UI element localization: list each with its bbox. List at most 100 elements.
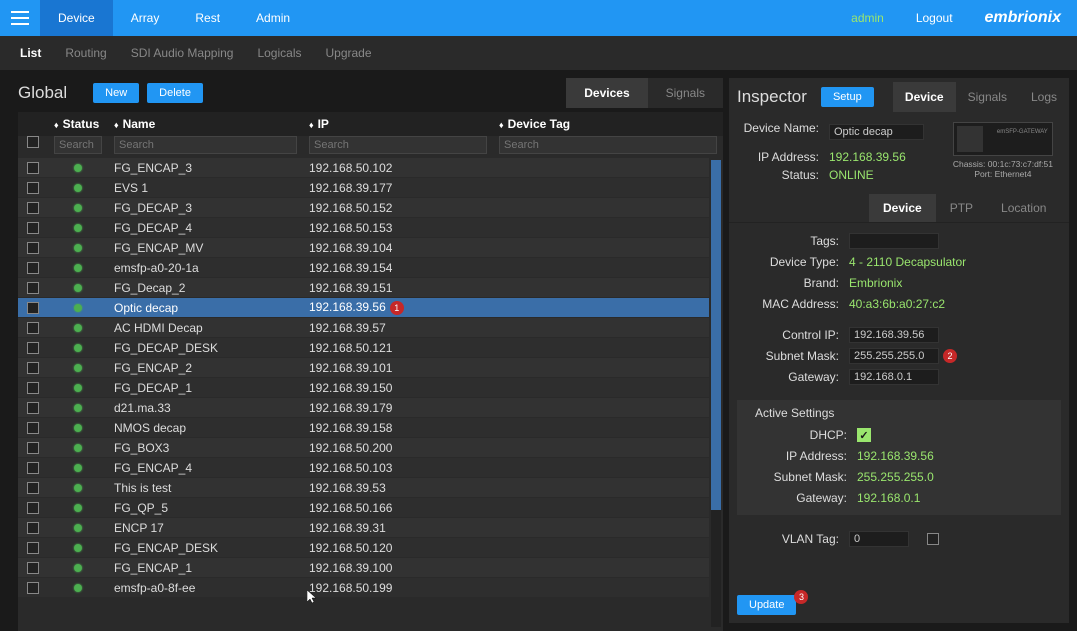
- delete-button[interactable]: Delete: [147, 83, 203, 103]
- vlan-checkbox[interactable]: [927, 533, 939, 545]
- row-checkbox[interactable]: [27, 462, 39, 474]
- table-row[interactable]: FG_DECAP_1192.168.39.150: [18, 378, 709, 397]
- row-checkbox[interactable]: [27, 182, 39, 194]
- row-ip: 192.168.39.177: [303, 181, 493, 195]
- status-dot-icon: [74, 324, 82, 332]
- lbl-devip: IP Address:: [729, 148, 819, 166]
- row-checkbox[interactable]: [27, 202, 39, 214]
- table-row[interactable]: emsfp-a0-8f-ee192.168.50.199: [18, 578, 709, 597]
- table-row[interactable]: NMOS decap192.168.39.158: [18, 418, 709, 437]
- row-checkbox[interactable]: [27, 422, 39, 434]
- sub-tab-list[interactable]: List: [20, 36, 41, 70]
- hamburger-icon[interactable]: [0, 0, 40, 36]
- table-row[interactable]: d21.ma.33192.168.39.179: [18, 398, 709, 417]
- table-row[interactable]: This is test192.168.39.53: [18, 478, 709, 497]
- sub-tab-routing[interactable]: Routing: [65, 36, 106, 70]
- lbl-aip: IP Address:: [737, 449, 857, 463]
- row-checkbox[interactable]: [27, 342, 39, 354]
- row-checkbox[interactable]: [27, 162, 39, 174]
- row-checkbox[interactable]: [27, 222, 39, 234]
- status-dot-icon: [74, 204, 82, 212]
- col-tag[interactable]: ♦Device Tag: [493, 117, 723, 131]
- top-tab-rest[interactable]: Rest: [177, 0, 238, 36]
- sub-tab-logicals[interactable]: Logicals: [257, 36, 301, 70]
- gw-input[interactable]: [849, 369, 939, 385]
- row-checkbox[interactable]: [27, 442, 39, 454]
- row-ip: 192.168.50.152: [303, 201, 493, 215]
- col-name[interactable]: ♦Name: [108, 117, 303, 131]
- dhcp-checkbox[interactable]: ✓: [857, 428, 871, 442]
- table-row[interactable]: emsfp-a0-20-1a192.168.39.154: [18, 258, 709, 277]
- table-row[interactable]: FG_BOX3192.168.50.200: [18, 438, 709, 457]
- scrollbar[interactable]: [711, 160, 721, 627]
- status-dot-icon: [74, 364, 82, 372]
- table-row[interactable]: FG_ENCAP_MV192.168.39.104: [18, 238, 709, 257]
- table-row[interactable]: FG_ENCAP_1192.168.39.100: [18, 558, 709, 577]
- row-checkbox[interactable]: [27, 522, 39, 534]
- row-checkbox[interactable]: [27, 402, 39, 414]
- top-tab-admin[interactable]: Admin: [238, 0, 308, 36]
- update-button[interactable]: Update: [737, 595, 796, 615]
- new-button[interactable]: New: [93, 83, 139, 103]
- row-checkbox[interactable]: [27, 242, 39, 254]
- row-checkbox[interactable]: [27, 502, 39, 514]
- table-row[interactable]: ENCP 17192.168.39.31: [18, 518, 709, 537]
- mid-tab-devices[interactable]: Devices: [566, 78, 647, 108]
- sub-tabs: List Routing SDI Audio Mapping Logicals Upgr…: [0, 36, 1077, 70]
- row-checkbox[interactable]: [27, 582, 39, 594]
- lbl-tags: Tags:: [729, 234, 849, 248]
- table-row[interactable]: FG_DECAP_3192.168.50.152: [18, 198, 709, 217]
- top-tab-array[interactable]: Array: [113, 0, 178, 36]
- inspector-tab-device[interactable]: Device: [893, 82, 956, 112]
- top-tab-device[interactable]: Device: [40, 0, 113, 36]
- mid-tab-signals[interactable]: Signals: [648, 78, 723, 108]
- row-name: FG_Decap_2: [108, 281, 303, 295]
- sub-tab-sdi-audio-mapping[interactable]: SDI Audio Mapping: [131, 36, 234, 70]
- row-ip: 192.168.50.166: [303, 501, 493, 515]
- ctrlip-input[interactable]: [849, 327, 939, 343]
- status-dot-icon: [74, 484, 82, 492]
- table-row[interactable]: FG_ENCAP_3192.168.50.102: [18, 158, 709, 177]
- table-row[interactable]: FG_ENCAP_DESK192.168.50.120: [18, 538, 709, 557]
- tags-input[interactable]: [849, 233, 939, 249]
- val-mac: 40:a3:6b:a0:27:c2: [849, 297, 945, 311]
- table-row[interactable]: FG_DECAP_DESK192.168.50.121: [18, 338, 709, 357]
- row-checkbox[interactable]: [27, 362, 39, 374]
- row-checkbox[interactable]: [27, 282, 39, 294]
- sub-tab-upgrade[interactable]: Upgrade: [325, 36, 371, 70]
- setup-button[interactable]: Setup: [821, 87, 874, 107]
- row-checkbox[interactable]: [27, 482, 39, 494]
- row-checkbox[interactable]: [27, 562, 39, 574]
- lbl-vlan: VLAN Tag:: [729, 532, 849, 546]
- inner-tab-device[interactable]: Device: [869, 194, 936, 222]
- filter-status[interactable]: [54, 136, 102, 154]
- filter-name[interactable]: [114, 136, 297, 154]
- table-row[interactable]: FG_Decap_2192.168.39.151: [18, 278, 709, 297]
- filter-tag[interactable]: [499, 136, 717, 154]
- row-checkbox[interactable]: [27, 542, 39, 554]
- table-row[interactable]: FG_QP_5192.168.50.166: [18, 498, 709, 517]
- table-row[interactable]: FG_ENCAP_2192.168.39.101: [18, 358, 709, 377]
- vlan-input[interactable]: [849, 531, 909, 547]
- filter-ip[interactable]: [309, 136, 487, 154]
- select-all-checkbox[interactable]: [27, 136, 39, 148]
- table-row[interactable]: Optic decap192.168.39.561: [18, 298, 709, 317]
- table-row[interactable]: FG_ENCAP_4192.168.50.103: [18, 458, 709, 477]
- col-status[interactable]: ♦Status: [48, 117, 108, 131]
- table-row[interactable]: FG_DECAP_4192.168.50.153: [18, 218, 709, 237]
- row-checkbox[interactable]: [27, 302, 39, 314]
- lbl-mask: Subnet Mask:: [729, 349, 849, 363]
- row-checkbox[interactable]: [27, 382, 39, 394]
- mask-input[interactable]: [849, 348, 939, 364]
- inner-tab-location[interactable]: Location: [987, 194, 1060, 222]
- inspector-tab-signals[interactable]: Signals: [956, 82, 1019, 112]
- col-ip[interactable]: ♦IP: [303, 117, 493, 131]
- table-row[interactable]: AC HDMI Decap192.168.39.57: [18, 318, 709, 337]
- inspector-tab-logs[interactable]: Logs: [1019, 82, 1069, 112]
- table-row[interactable]: EVS 1192.168.39.177: [18, 178, 709, 197]
- device-name-input[interactable]: [829, 124, 924, 140]
- logout-link[interactable]: Logout: [916, 11, 953, 25]
- inner-tab-ptp[interactable]: PTP: [936, 194, 987, 222]
- row-checkbox[interactable]: [27, 322, 39, 334]
- row-checkbox[interactable]: [27, 262, 39, 274]
